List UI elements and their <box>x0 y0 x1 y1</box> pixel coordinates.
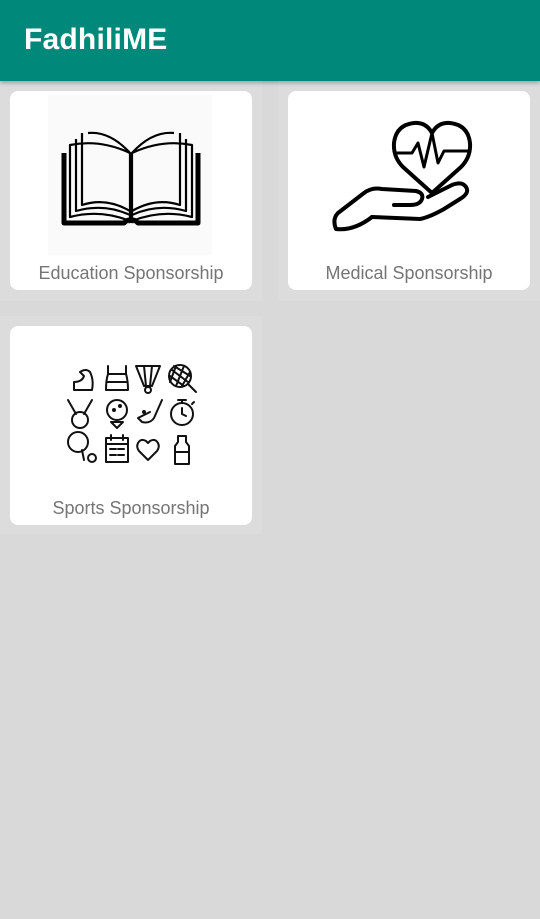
card-label: Education Sponsorship <box>38 263 224 283</box>
sports-sponsorship-card[interactable]: Sports Sponsorship <box>10 326 252 525</box>
open-book-icon <box>46 95 216 255</box>
medical-sponsorship-card[interactable]: Medical Sponsorship <box>288 91 530 290</box>
sports-equipment-icon <box>46 330 216 490</box>
app-bar: FadhiliME <box>0 0 540 81</box>
heart-in-hand-icon <box>324 95 494 255</box>
card-label: Medical Sponsorship <box>325 263 493 283</box>
card-label: Sports Sponsorship <box>52 498 210 518</box>
app-title: FadhiliME <box>24 23 168 56</box>
education-sponsorship-card[interactable]: Education Sponsorship <box>10 91 252 290</box>
